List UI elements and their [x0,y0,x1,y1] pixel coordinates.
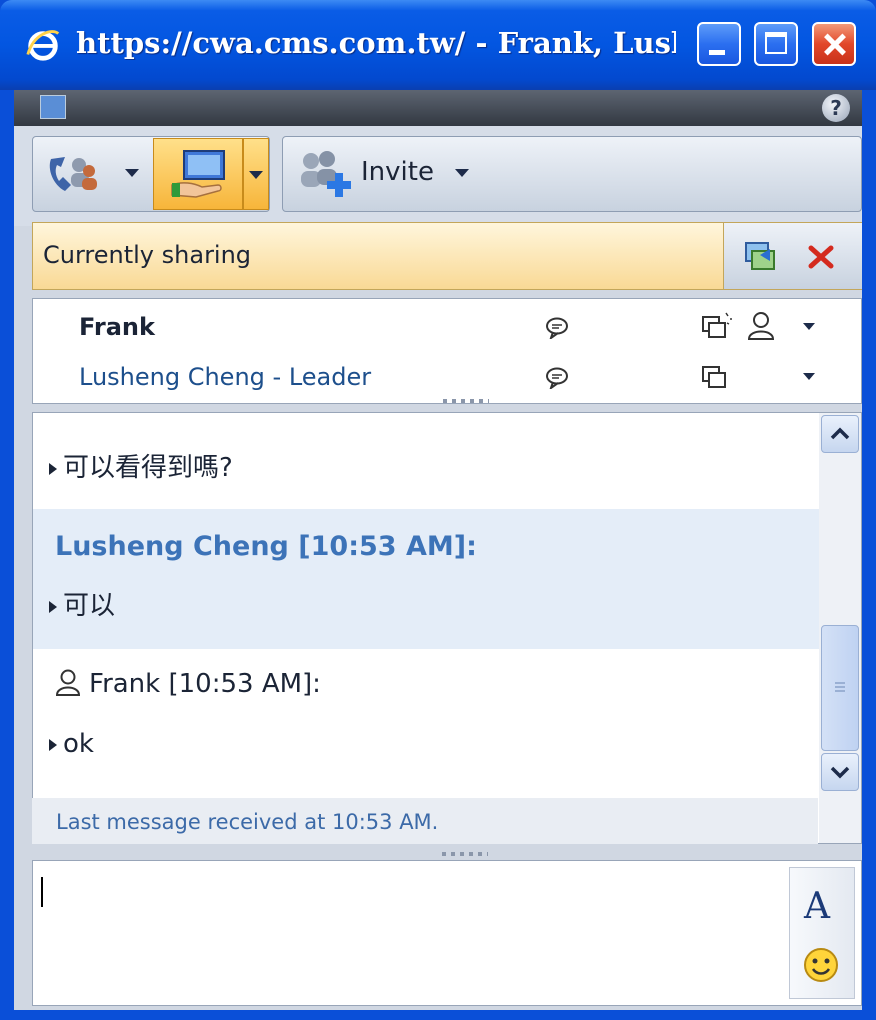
help-icon[interactable]: ? [822,94,850,122]
monitor-share-icon [171,150,225,198]
share-dropdown-button[interactable] [243,138,269,210]
message-text: 可以 [49,585,115,622]
text-cursor [41,877,43,907]
participant-menu-icon[interactable] [803,323,815,330]
conversation-icon[interactable] [40,95,66,119]
minimize-icon [709,50,725,55]
banner-actions [723,223,862,289]
chat-bubble-icon [546,317,568,339]
chat-history: 可以看得到嗎? Lusheng Cheng [10:53 AM]: 可以 Fra… [32,412,862,844]
message-highlight [33,509,819,649]
chevron-down-icon [830,766,850,779]
message-sender: Frank [10:53 AM]: [89,669,321,699]
scroll-thumb[interactable] [821,625,859,751]
emoticon-icon[interactable] [802,946,840,984]
invite-group: Invite [282,136,862,212]
chevron-down-icon [249,171,263,179]
chat-bubble-icon [546,367,568,389]
participant-row[interactable]: Frank [33,303,861,353]
sharing-banner: Currently sharing [32,222,862,290]
desktop-share-icon [702,366,726,388]
invite-label: Invite [361,157,434,187]
media-group [32,136,270,212]
share-desktop-button[interactable] [153,138,243,210]
maximize-icon [765,32,787,54]
resize-grip[interactable] [443,399,489,403]
add-people-icon [301,151,351,197]
message-text: ok [49,729,94,759]
scroll-up-button[interactable] [821,415,859,453]
switch-share-icon[interactable] [742,237,778,273]
close-button[interactable] [812,22,856,66]
participants-list: Frank Lusheng Cheng - Leader [32,298,862,404]
message-sender: Lusheng Cheng [10:53 AM]: [55,531,477,562]
resize-grip[interactable] [442,852,488,856]
scroll-down-button[interactable] [821,753,859,791]
window-title: https://cwa.cms.com.tw/ - Frank, Lushe..… [76,26,676,60]
chevron-up-icon [830,427,850,440]
participant-name: Lusheng Cheng - Leader [79,363,372,391]
last-message-status: Last message received at 10:53 AM. [56,810,439,834]
ie-logo-icon [26,30,60,61]
title-bar[interactable]: https://cwa.cms.com.tw/ - Frank, Lushe..… [0,0,876,90]
header-strip: ? [14,90,862,126]
invite-button[interactable]: Invite [283,137,483,211]
window: https://cwa.cms.com.tw/ - Frank, Lushe..… [0,0,876,1020]
person-icon [747,312,775,340]
desktop-share-icon [702,312,732,338]
chat-status-bar: Last message received at 10:53 AM. [32,798,818,844]
sharing-status-text: Currently sharing [43,241,252,269]
toolbar: Invite [14,126,862,226]
participant-menu-icon[interactable] [803,373,815,380]
font-button[interactable]: A [804,886,830,927]
invite-dropdown-icon [455,169,469,177]
phone-dropdown-icon[interactable] [125,169,139,177]
phone-people-icon[interactable] [45,149,101,197]
minimize-button[interactable] [697,22,741,66]
maximize-button[interactable] [754,22,798,66]
person-icon [55,669,81,696]
message-text: 可以看得到嗎? [49,447,233,484]
conversation-window: ? Invite Currently sharing Frank Lusheng… [14,90,862,1010]
participant-row[interactable]: Lusheng Cheng - Leader [33,353,861,403]
message-input[interactable]: A [32,860,862,1006]
participant-name: Frank [79,313,155,341]
stop-sharing-icon[interactable] [808,245,834,269]
chat-scrollbar[interactable] [819,413,861,843]
formatting-tools: A [789,867,855,999]
